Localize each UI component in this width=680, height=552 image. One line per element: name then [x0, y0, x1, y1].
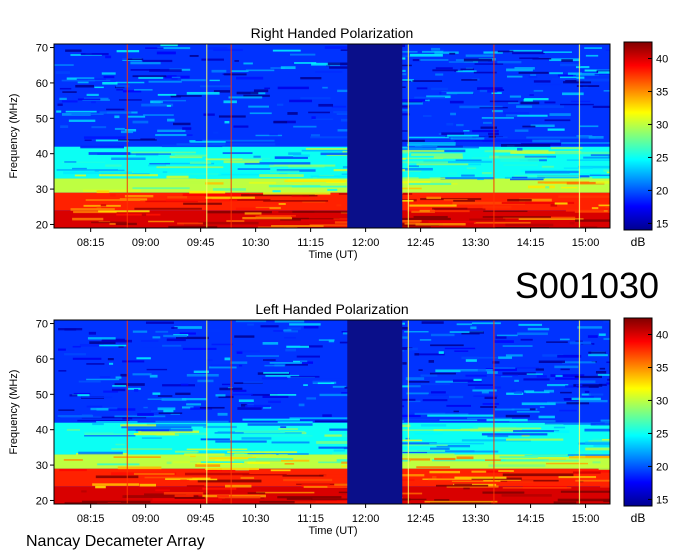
x-tick-label: 08:15 [77, 237, 105, 249]
colorbar [623, 317, 653, 507]
x-tick-label: 09:45 [187, 513, 215, 525]
y-tick-label: 40 [36, 149, 48, 161]
x-tick-label: 10:30 [242, 513, 270, 525]
panel-title: Left Handed Polarization [255, 301, 408, 317]
colorbar-tick-label: 40 [656, 329, 668, 341]
colorbar-tick-label: 25 [656, 152, 668, 164]
x-tick-label: 15:00 [572, 237, 600, 249]
x-tick-label: 10:30 [242, 237, 270, 249]
x-tick-label: 12:45 [407, 237, 435, 249]
y-tick-label: 30 [36, 460, 48, 472]
x-tick-label: 13:30 [462, 513, 490, 525]
x-tick-label: 11:15 [297, 513, 324, 525]
heatmap-area [54, 44, 610, 228]
observation-id: S001030 [515, 265, 659, 306]
colorbar-unit: dB [631, 511, 646, 525]
colorbar-tick-label: 35 [656, 362, 668, 374]
x-tick-label: 12:00 [352, 513, 380, 525]
y-tick-label: 50 [36, 113, 48, 125]
y-tick-label: 60 [36, 354, 48, 366]
data-gap [347, 320, 403, 504]
y-tick-label: 40 [36, 425, 48, 437]
colorbar-tick-label: 30 [656, 119, 668, 131]
x-tick-label: 15:00 [572, 513, 600, 525]
colorbar-tick-label: 40 [656, 53, 668, 65]
x-tick-label: 08:15 [77, 513, 105, 525]
y-tick-label: 50 [36, 389, 48, 401]
colorbar-tick-label: 30 [656, 395, 668, 407]
x-tick-label: 14:15 [517, 237, 545, 249]
data-gap [347, 44, 403, 228]
spectrogram-panel: Left Handed Polarization 20 30 40 50 60 70 08:1… [8, 301, 668, 537]
x-tick-label: 14:15 [517, 513, 545, 525]
colorbar-tick-label: 15 [656, 218, 668, 230]
y-tick-label: 20 [36, 219, 48, 231]
colorbar-tick-label: 20 [656, 461, 668, 473]
y-tick-label: 70 [36, 319, 48, 331]
colorbar-tick-label: 35 [656, 86, 668, 98]
spectrogram-figure: Right Handed Polarization 20 30 40 50 60 70 08:… [8, 25, 668, 550]
x-tick-label: 09:00 [132, 513, 160, 525]
x-axis-label: Time (UT) [308, 249, 357, 261]
y-tick-label: 20 [36, 495, 48, 507]
colorbar [623, 41, 653, 231]
y-tick-label: 30 [36, 184, 48, 196]
x-tick-label: 09:00 [132, 237, 160, 249]
x-tick-label: 11:15 [297, 237, 324, 249]
x-tick-label: 13:30 [462, 237, 490, 249]
heatmap-area [54, 320, 610, 504]
spectrogram-panel: Right Handed Polarization 20 30 40 50 60 70 08:… [8, 25, 668, 261]
heatmap-band [54, 320, 610, 423]
y-axis-label: Frequency (MHz) [8, 94, 20, 179]
footer-label: Nancay Decameter Array [26, 533, 205, 550]
y-axis-label: Frequency (MHz) [8, 370, 20, 455]
colorbar-tick-label: 25 [656, 428, 668, 440]
y-tick-label: 60 [36, 78, 48, 90]
x-axis-label: Time (UT) [308, 525, 357, 537]
panel-title: Right Handed Polarization [251, 25, 414, 41]
colorbar-tick-label: 15 [656, 494, 668, 506]
x-tick-label: 12:00 [352, 237, 380, 249]
colorbar-tick-label: 20 [656, 185, 668, 197]
x-tick-label: 09:45 [187, 237, 215, 249]
x-tick-label: 12:45 [407, 513, 435, 525]
colorbar-unit: dB [631, 235, 646, 249]
y-tick-label: 70 [36, 43, 48, 55]
